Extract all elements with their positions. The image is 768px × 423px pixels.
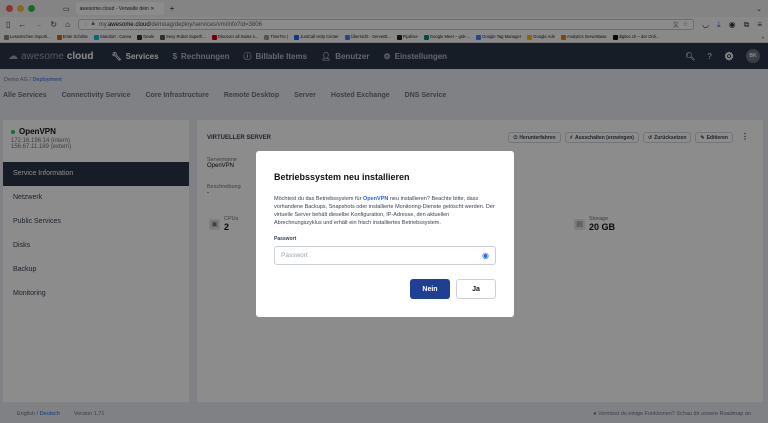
dialog-text: Möchtest du das Betriebssystem für OpenV… — [274, 196, 495, 226]
dialog-title: Betriebssystem neu installieren — [274, 172, 410, 182]
password-input[interactable]: Passwort ◉ — [274, 246, 496, 265]
yes-button[interactable]: Ja — [456, 279, 496, 299]
server-link[interactable]: OpenVPN — [363, 196, 388, 202]
no-button[interactable]: Nein — [410, 279, 450, 299]
password-label: Passwort — [274, 236, 297, 242]
eye-icon[interactable]: ◉ — [482, 251, 489, 260]
reinstall-os-dialog: Betriebssystem neu installieren Möchtest… — [256, 151, 514, 317]
password-placeholder: Passwort — [281, 252, 308, 259]
